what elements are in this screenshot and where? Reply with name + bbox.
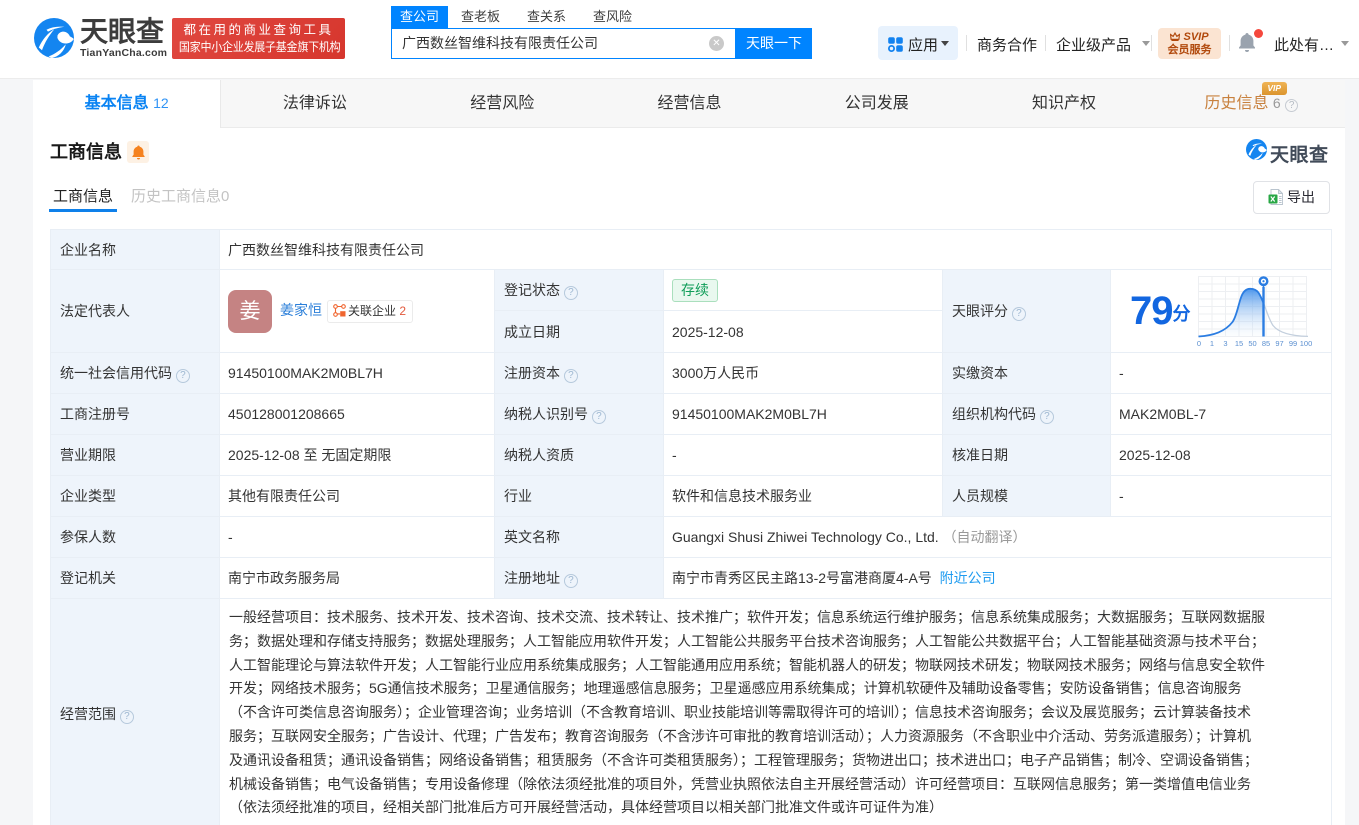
svg-text:0: 0 xyxy=(1196,339,1200,348)
svg-text:99: 99 xyxy=(1288,339,1296,348)
svg-text:1: 1 xyxy=(1209,339,1213,348)
svg-text:50: 50 xyxy=(1248,339,1256,348)
svg-text:100: 100 xyxy=(1299,339,1312,348)
svg-text:85: 85 xyxy=(1261,339,1269,348)
svg-text:15: 15 xyxy=(1234,339,1242,348)
svg-text:97: 97 xyxy=(1275,339,1283,348)
svg-text:3: 3 xyxy=(1223,339,1227,348)
